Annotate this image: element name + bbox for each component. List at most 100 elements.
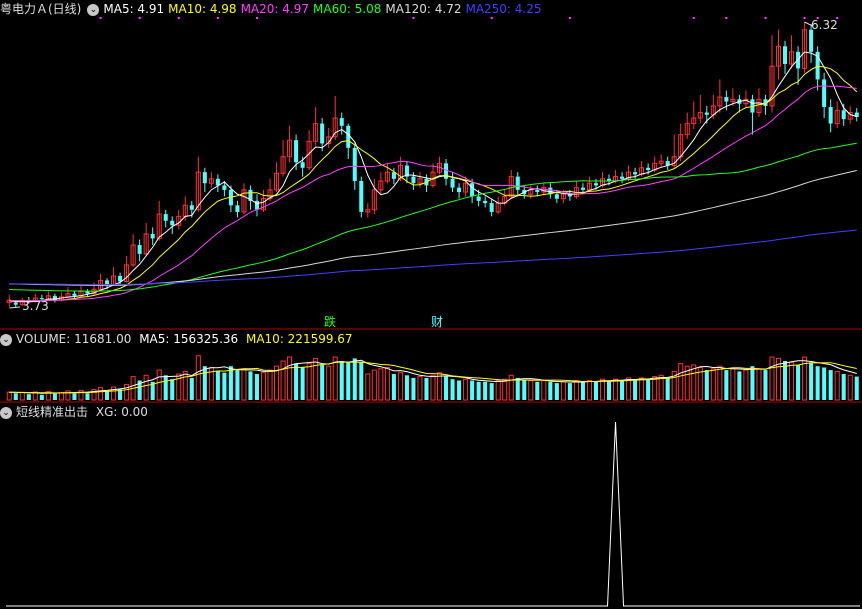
ma-legend-item: MA60: 5.08	[313, 2, 382, 16]
volume-bar-up	[371, 369, 377, 401]
volume-bar-up	[182, 370, 188, 401]
volume-bar-up	[365, 373, 371, 401]
volume-bar-up	[528, 380, 534, 401]
candle-body-down	[118, 275, 123, 282]
volume-bar-down	[339, 361, 344, 400]
candle-body-down	[359, 181, 364, 212]
volume-bar-up	[332, 356, 338, 401]
candle-body-down	[515, 176, 520, 190]
volume-bar-down	[457, 380, 462, 400]
volume-header: ⌄ VOLUME: 11681.00 MA5: 156325.36 MA10: 2…	[0, 330, 357, 348]
marker-die: 跌	[324, 315, 337, 329]
volume-bar-up	[599, 378, 606, 401]
volume-bar-up	[260, 372, 267, 401]
candle-body-down	[137, 245, 142, 254]
volume-bar-down	[444, 376, 449, 400]
candle-body-down	[85, 291, 90, 294]
indicator-name[interactable]: 短线精准出击	[16, 405, 88, 419]
volume-bar-up	[156, 369, 162, 401]
volume-bar-down	[13, 393, 18, 400]
volume-bar-up	[789, 361, 795, 401]
volume-bar-up	[573, 380, 579, 401]
volume-bar-up	[652, 376, 658, 401]
volume-bar-up	[769, 356, 775, 401]
volume-bar-up	[326, 365, 332, 401]
volume-ma5-line	[9, 359, 857, 394]
volume-bar-up	[691, 364, 697, 401]
volume-bar-up	[313, 357, 319, 401]
volume-bar-down	[300, 367, 305, 400]
volume-bar-down	[424, 377, 429, 400]
volume-bar-up	[306, 363, 312, 401]
volume-bar-up	[502, 378, 508, 401]
volume-bar-down	[665, 377, 670, 400]
volume-bar-up	[678, 363, 684, 401]
ma-legend-item: MA120: 4.72	[385, 2, 462, 16]
volume-bar-down	[515, 377, 520, 400]
candle-body-down	[450, 178, 455, 188]
candle-body-down	[202, 172, 207, 184]
volume-bar-down	[85, 393, 90, 400]
candle-body-down	[235, 205, 240, 212]
candle-body-down	[809, 29, 814, 52]
volume-bar-up	[98, 387, 104, 401]
volume-bar-up	[397, 372, 403, 401]
volume-bar-up	[717, 365, 723, 401]
volume-bar-down	[450, 379, 455, 400]
candle-body-down	[822, 79, 827, 108]
volume-bar-down	[593, 381, 598, 400]
candle-body-down	[222, 185, 227, 190]
stock-title[interactable]: 粤电力Ａ(日线)	[0, 2, 81, 16]
volume-bar-down	[352, 358, 357, 400]
candle-body-down	[320, 123, 325, 144]
indicator-xg: XG: 0.00	[95, 405, 148, 419]
high-price-label: 6.32	[811, 18, 838, 32]
volume-bar-down	[737, 371, 742, 400]
volume-bar-down	[411, 377, 416, 400]
volume-bar-down	[809, 362, 814, 400]
candle-body-down	[346, 125, 351, 148]
volume-bar-down	[646, 379, 651, 400]
marker-cai: 财	[431, 315, 444, 329]
volume-pane	[6, 355, 859, 401]
volume-bar-down	[189, 377, 194, 400]
candle-body-down	[189, 205, 194, 210]
volume-bar-down	[815, 366, 820, 400]
volume-bar-down	[320, 364, 325, 400]
volume-ma10: MA10: 221599.67	[245, 332, 353, 346]
candle-body-down	[483, 200, 488, 204]
candle-body-down	[411, 176, 416, 184]
candle-body-down	[72, 293, 77, 296]
volume-bar-up	[586, 380, 592, 401]
volume-bar-up	[384, 367, 390, 401]
candle-body-down	[150, 234, 155, 239]
volume-ma5: MA5: 156325.36	[139, 332, 239, 346]
chevron-down-icon[interactable]: ⌄	[87, 3, 100, 16]
volume-bar-up	[463, 378, 469, 401]
candle-body-down	[476, 196, 481, 201]
volume-bar-up	[508, 374, 514, 401]
volume-bar-down	[476, 381, 481, 400]
candle-body-down	[593, 183, 598, 186]
volume-bar-down	[535, 381, 540, 400]
volume-bar-up	[710, 368, 716, 401]
candle-body-down	[163, 214, 168, 221]
price-pane	[6, 17, 859, 309]
candle-body-down	[554, 194, 559, 199]
volume-bar-up	[495, 380, 501, 401]
chevron-down-icon[interactable]: ⌄	[0, 333, 12, 346]
volume-bar-down	[796, 364, 801, 400]
candle-body-down	[470, 183, 475, 197]
volume-bar-down	[567, 383, 572, 400]
volume-bar-down	[228, 366, 233, 400]
volume-bar-down	[783, 361, 788, 400]
indicator-pane	[6, 421, 860, 607]
candle-body-down	[170, 220, 175, 226]
candle-body-down	[704, 112, 709, 115]
ma-legend-item: MA250: 4.25	[465, 2, 542, 16]
volume-bar-down	[294, 363, 299, 400]
volume-bar-down	[215, 371, 220, 400]
volume-bar-down	[522, 380, 527, 400]
volume-bar-down	[391, 374, 396, 400]
chevron-down-icon[interactable]: ⌄	[0, 406, 12, 419]
